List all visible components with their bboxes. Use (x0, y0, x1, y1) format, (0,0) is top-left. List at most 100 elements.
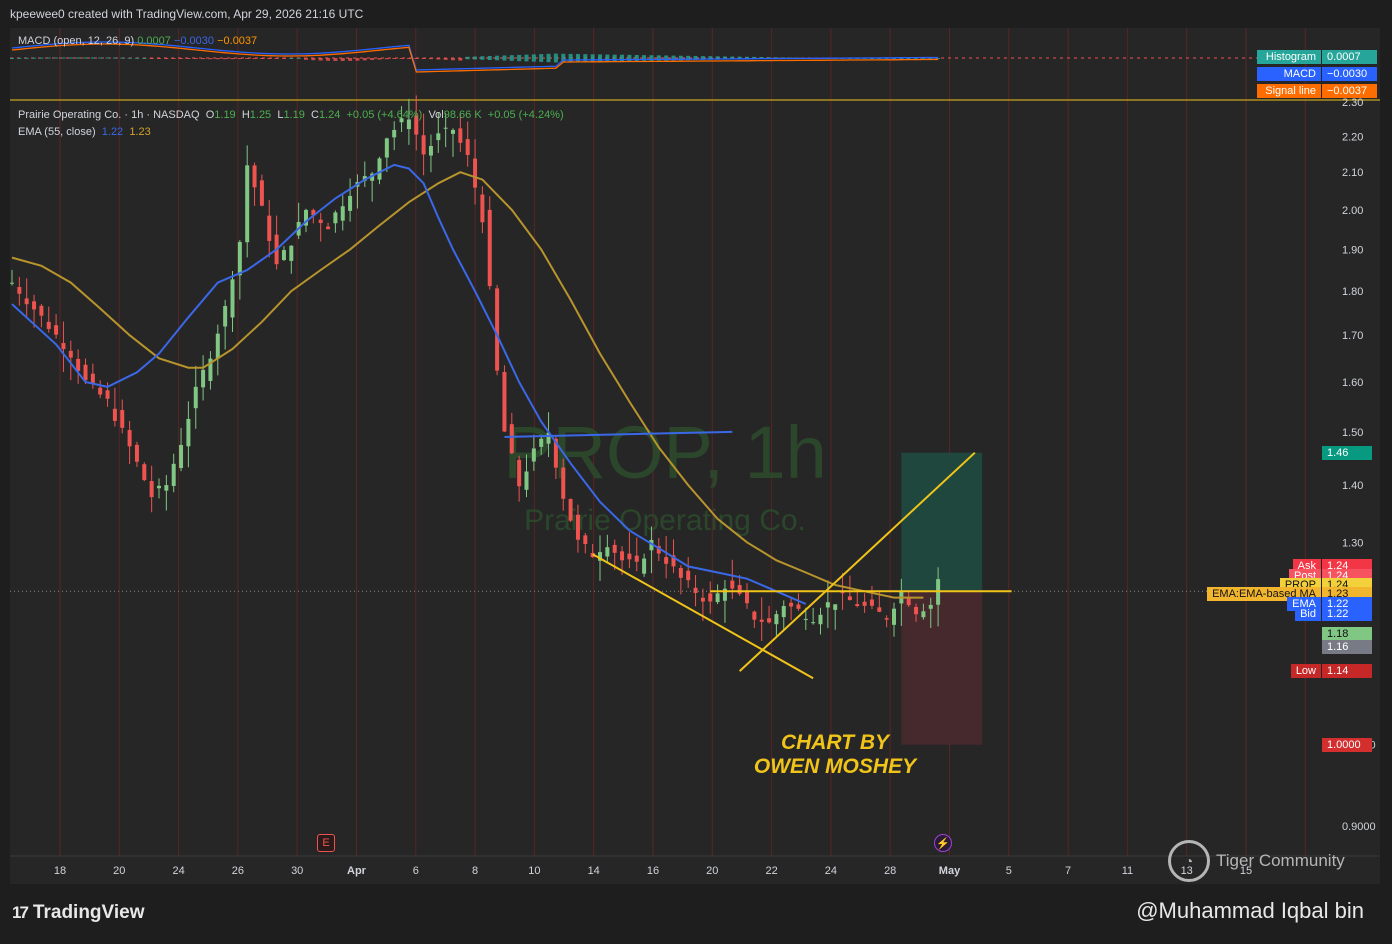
candle-body (796, 604, 801, 609)
candle-body (612, 544, 617, 553)
price-chart[interactable]: PROP, 1h Prairie Operating Co. 2.302.202… (0, 0, 1392, 944)
macd-histogram-bar (340, 58, 345, 61)
time-tick-label: 6 (413, 865, 419, 877)
macd-histogram-bar (311, 58, 316, 61)
candle-body (561, 467, 566, 499)
time-tick-label: 30 (291, 865, 303, 877)
macd-histogram-bar (134, 57, 139, 59)
chart-annotation[interactable]: CHART BY OWEN MOSHEY (740, 731, 930, 779)
time-tick-label: 14 (588, 865, 600, 877)
lightning-event-icon[interactable]: ⚡ (934, 834, 952, 852)
macd-histogram-bar (304, 58, 308, 60)
candle-body (223, 306, 228, 327)
price-axis[interactable]: 2.30 2.20 2.10 2.00 1.90 1.80 1.70 1.60 1.50 1.40… (1342, 97, 1376, 833)
price-tick-label: 2.10 (1342, 167, 1363, 179)
price-tag-label: Bid (1295, 606, 1321, 621)
macd-histogram-bar (120, 57, 125, 59)
candle-body (833, 604, 838, 610)
tradingview-logo[interactable]: 17 TradingView (12, 902, 145, 924)
price-tick-label: 1.60 (1342, 377, 1363, 389)
long-position-tool[interactable] (901, 452, 983, 745)
macd-histogram-bar (612, 54, 617, 62)
volume-label: Vol (428, 109, 444, 121)
candle-body (803, 618, 808, 620)
change-value: +0.05 (+4.64%) (346, 109, 423, 121)
macd-histogram-bar (289, 57, 294, 59)
candle-body (267, 215, 272, 241)
macd-tag-value: −0.0037 (1322, 84, 1377, 98)
macd-histogram-bar (76, 57, 81, 59)
candle-body (465, 139, 470, 156)
candle-body (458, 128, 463, 143)
ema-fast-line (11, 163, 807, 605)
price-tick-label: 1.90 (1342, 244, 1363, 256)
macd-legend-macd: −0.0030 (173, 35, 215, 47)
price-tick-label: 1.50 (1342, 427, 1363, 439)
macd-histogram-bar (127, 57, 132, 59)
annotation-line2: OWEN MOSHEY (753, 755, 917, 778)
candle-body (127, 430, 132, 447)
macd-histogram-bar (451, 58, 455, 61)
time-tick-label: 24 (172, 865, 184, 877)
candle-body (134, 444, 139, 462)
macd-histogram-bar (105, 57, 110, 59)
macd-histogram-bar (149, 58, 154, 59)
macd-histogram-bar (421, 58, 426, 59)
price-tag-value: 1.16 (1322, 639, 1372, 654)
macd-histogram-bar (399, 58, 404, 59)
candle-body (179, 444, 184, 469)
candle-body (664, 557, 669, 564)
macd-histogram-bar (90, 57, 95, 59)
earnings-event-icon[interactable]: E (317, 834, 335, 852)
candle-body (627, 553, 632, 560)
time-tick-label: 28 (884, 865, 896, 877)
macd-histogram-bar (414, 58, 419, 59)
time-tick-label: 24 (825, 865, 837, 877)
macd-histogram-bar (164, 58, 169, 59)
macd-histogram-bar (223, 58, 228, 60)
price-legend[interactable]: Prairie Operating Co. · 1h · NASDAQ O1.1… (18, 109, 564, 121)
candle-body (289, 245, 294, 261)
candle-body (215, 333, 220, 359)
macd-histogram-bar (142, 57, 147, 59)
candle-body (201, 369, 206, 388)
macd-histogram-bar (68, 57, 73, 59)
close-value: 1.24 (318, 109, 341, 121)
price-tag-value: 1.22 (1322, 606, 1372, 621)
candle-body (326, 226, 331, 230)
candle-body (774, 614, 779, 625)
macd-histogram-bar (112, 57, 117, 59)
macd-histogram-bar (495, 55, 500, 61)
candle-body (259, 180, 264, 206)
macd-histogram-bar (583, 54, 588, 62)
candle-body (818, 614, 823, 625)
candle-body (928, 604, 933, 609)
ema-legend[interactable]: EMA (55, close) 1.22 1.23 (18, 126, 151, 138)
candle-body (318, 219, 323, 224)
macd-tag-value: 0.0007 (1322, 50, 1377, 64)
candle-body (789, 602, 794, 607)
candle-body (120, 410, 125, 428)
candle-body (480, 194, 485, 223)
macd-legend[interactable]: MACD (open, 12, 26, 9) 0.0007 −0.0030 −0… (18, 35, 257, 47)
time-tick-label: 11 (1122, 865, 1133, 877)
macd-histogram-bar (83, 57, 88, 59)
candle-body (428, 145, 433, 156)
macd-histogram-bar (267, 58, 272, 59)
ema-legend-name: EMA (55, close) (18, 126, 96, 138)
candle-body (686, 570, 691, 581)
candle-body (39, 305, 44, 316)
macd-histogram-bar (201, 58, 206, 60)
macd-histogram-bar (208, 58, 213, 60)
candle-body (32, 301, 37, 310)
candle-body (473, 158, 478, 188)
macd-histogram-bar (186, 58, 191, 59)
trendline (592, 553, 814, 680)
time-tick-label: 16 (647, 865, 659, 877)
macd-histogram-bar (237, 58, 242, 60)
candle-body (252, 165, 257, 188)
macd-histogram-bar (568, 53, 573, 63)
candle-body (892, 608, 896, 625)
macd-histogram-bar (605, 54, 610, 62)
macd-histogram-bar (193, 58, 198, 60)
